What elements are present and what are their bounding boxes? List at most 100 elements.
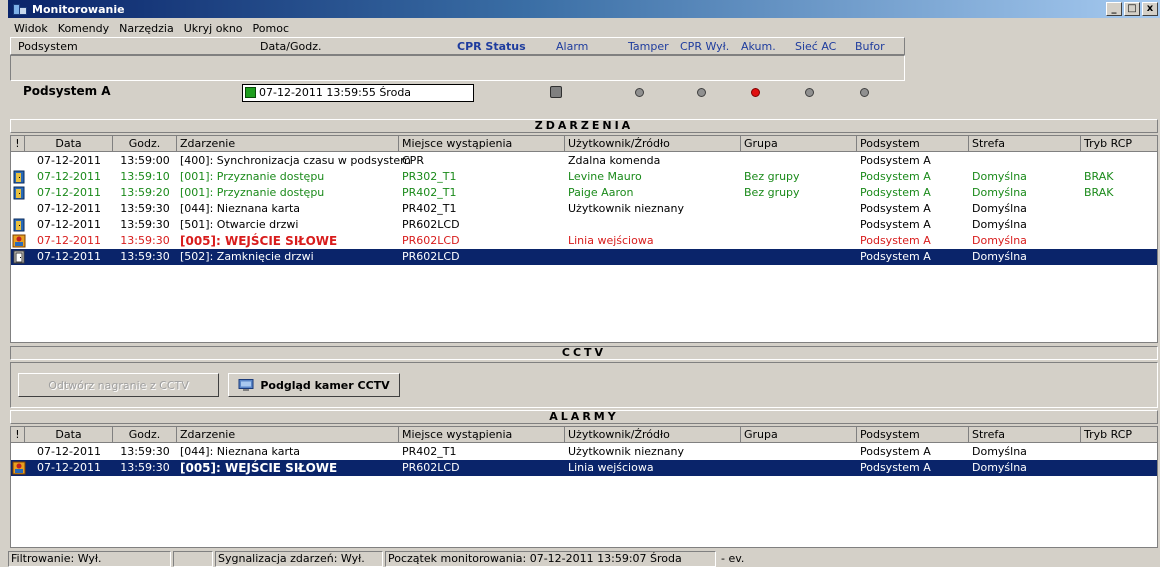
alarm-cell-zone: Domyślna: [972, 461, 1027, 474]
door-open-icon: [12, 170, 26, 184]
subsystem-header: Podsystem: [18, 40, 78, 53]
menu-ukryj-okno[interactable]: Ukryj okno: [180, 22, 247, 35]
event-column-header[interactable]: Zdarzenie: [177, 136, 399, 152]
alarm-cell-subsystem: Podsystem A: [860, 461, 931, 474]
event-cell-subsystem: Podsystem A: [860, 186, 931, 199]
event-column-header[interactable]: Godz.: [113, 136, 177, 152]
event-cell-zone: Domyślna: [972, 186, 1027, 199]
menu-widok[interactable]: Widok: [10, 22, 52, 35]
filter-status: Filtrowanie: Wył.: [8, 551, 171, 567]
event-row[interactable]: 07-12-2011 13:59:30 [044]: Nieznana karta P…: [11, 201, 1157, 217]
event-cell-date: 07-12-2011: [37, 234, 101, 247]
event-column-header[interactable]: !: [11, 136, 25, 152]
ac-indicator: [805, 88, 814, 97]
alarm-cell-user: Linia wejściowa: [568, 461, 654, 474]
event-row[interactable]: 07-12-2011 13:59:30 [502]: Zamknięcie drzw…: [11, 249, 1157, 265]
alarm-column-header[interactable]: Podsystem: [857, 427, 969, 443]
alarm-cell-place: PR602LCD: [402, 461, 460, 474]
event-cell-subsystem: Podsystem A: [860, 154, 931, 167]
event-cell-event: [502]: Zamknięcie drzwi: [180, 250, 314, 263]
event-cell-zone: Domyślna: [972, 250, 1027, 263]
tamper-indicator: [635, 88, 644, 97]
event-cell-time: 13:59:10: [120, 170, 170, 183]
events-panel-title: ZDARZENIA: [10, 119, 1158, 133]
event-cell-event: [400]: Synchronizacja czasu w podsystemi: [180, 154, 412, 167]
event-cell-date: 07-12-2011: [37, 154, 101, 167]
event-cell-zone: Domyślna: [972, 202, 1027, 215]
alarm-column-header[interactable]: Grupa: [741, 427, 857, 443]
event-cell-rcp: BRAK: [1084, 186, 1114, 199]
event-cell-event: [501]: Otwarcie drzwi: [180, 218, 299, 231]
event-cell-user: Linia wejściowa: [568, 234, 654, 247]
event-cell-place: PR602LCD: [402, 218, 460, 231]
event-cell-time: 13:59:30: [120, 202, 170, 215]
alarm-column-header[interactable]: Tryb RCP: [1081, 427, 1157, 443]
alarm-cell-event: [044]: Nieznana karta: [180, 445, 301, 458]
event-row[interactable]: 07-12-2011 13:59:20 [001]: Przyznanie dost…: [11, 185, 1157, 201]
event-column-header[interactable]: Grupa: [741, 136, 857, 152]
cpr-off-indicator: [697, 88, 706, 97]
monitor-start-status: Początek monitorowania: 07-12-2011 13:59…: [385, 551, 716, 567]
event-cell-place: CPR: [402, 154, 424, 167]
event-column-header[interactable]: Strefa: [969, 136, 1081, 152]
empty-status: [173, 551, 213, 567]
cctv-preview-button[interactable]: Podgląd kamer CCTV: [228, 373, 400, 397]
door-open-icon: [12, 186, 26, 200]
event-cell-zone: Domyślna: [972, 234, 1027, 247]
alarm-column-header[interactable]: Data: [25, 427, 113, 443]
event-cell-zone: Domyślna: [972, 170, 1027, 183]
alarm-row[interactable]: 07-12-2011 13:59:30 [044]: Nieznana karta P…: [11, 444, 1157, 460]
event-cell-user: Użytkownik nieznany: [568, 202, 685, 215]
event-column-header[interactable]: Podsystem: [857, 136, 969, 152]
menu-pomoc[interactable]: Pomoc: [249, 22, 293, 35]
event-cell-subsystem: Podsystem A: [860, 218, 931, 231]
menu-komendy[interactable]: Komendy: [54, 22, 113, 35]
alarm-column-header[interactable]: Strefa: [969, 427, 1081, 443]
event-row[interactable]: 07-12-2011 13:59:30 [501]: Otwarcie drzwi P…: [11, 217, 1157, 233]
event-cell-user: Paige Aaron: [568, 186, 634, 199]
event-cell-zone: Domyślna: [972, 218, 1027, 231]
cpr-off-header: CPR Wył.: [680, 40, 730, 53]
event-cell-place: PR402_T1: [402, 186, 457, 199]
event-row[interactable]: 07-12-2011 13:59:30 [005]: WEJŚCIE SIŁOWE P…: [11, 233, 1157, 249]
event-column-header[interactable]: Data: [25, 136, 113, 152]
title-bar[interactable]: Monitorowanie _ □ x: [8, 0, 1160, 18]
menu-narzedzia[interactable]: Narzędzia: [115, 22, 178, 35]
alarm-cell-place: PR402_T1: [402, 445, 457, 458]
event-cell-user: Zdalna komenda: [568, 154, 661, 167]
alarm-row[interactable]: 07-12-2011 13:59:30 [005]: WEJŚCIE SIŁOWE P…: [11, 460, 1157, 476]
event-cell-date: 07-12-2011: [37, 202, 101, 215]
event-cell-subsystem: Podsystem A: [860, 234, 931, 247]
event-cell-time: 13:59:30: [120, 250, 170, 263]
alarm-column-header[interactable]: Miejsce wystąpienia: [399, 427, 565, 443]
play-cctv-recording-button[interactable]: Odtwórz nagranie z CCTV: [18, 373, 219, 397]
event-column-header[interactable]: Tryb RCP: [1081, 136, 1157, 152]
event-row[interactable]: 07-12-2011 13:59:10 [001]: Przyznanie dost…: [11, 169, 1157, 185]
maximize-button[interactable]: □: [1124, 2, 1140, 16]
tamper-header: Tamper: [628, 40, 669, 53]
alarm-column-header[interactable]: Zdarzenie: [177, 427, 399, 443]
event-cell-date: 07-12-2011: [37, 186, 101, 199]
event-cell-time: 13:59:00: [120, 154, 170, 167]
event-cell-user: Levine Mauro: [568, 170, 642, 183]
event-column-header[interactable]: Użytkownik/Źródło: [565, 136, 741, 152]
datetime-value: 07-12-2011 13:59:55 Środa: [259, 86, 412, 99]
event-column-header[interactable]: Miejsce wystąpienia: [399, 136, 565, 152]
minimize-button[interactable]: _: [1106, 2, 1122, 16]
events-table[interactable]: ! Data Godz. Zdarzenie Miejsce wystąpienia Uż…: [10, 135, 1158, 343]
alarm-cell-date: 07-12-2011: [37, 461, 101, 474]
event-row[interactable]: 07-12-2011 13:59:00 [400]: Synchronizacja …: [11, 153, 1157, 169]
event-cell-date: 07-12-2011: [37, 218, 101, 231]
monitor-icon: [238, 378, 254, 392]
datetime-field: 07-12-2011 13:59:55 Środa: [242, 84, 474, 102]
buffer-indicator: [860, 88, 869, 97]
alarm-column-header[interactable]: !: [11, 427, 25, 443]
event-cell-subsystem: Podsystem A: [860, 202, 931, 215]
connection-indicator: [245, 87, 256, 98]
alarms-table[interactable]: ! Data Godz. Zdarzenie Miejsce wystąpienia Uż…: [10, 426, 1158, 548]
alarm-column-header[interactable]: Godz.: [113, 427, 177, 443]
cctv-preview-label: Podgląd kamer CCTV: [260, 378, 390, 392]
alarm-column-header[interactable]: Użytkownik/Źródło: [565, 427, 741, 443]
close-button[interactable]: x: [1142, 2, 1158, 16]
alarm-cell-subsystem: Podsystem A: [860, 445, 931, 458]
